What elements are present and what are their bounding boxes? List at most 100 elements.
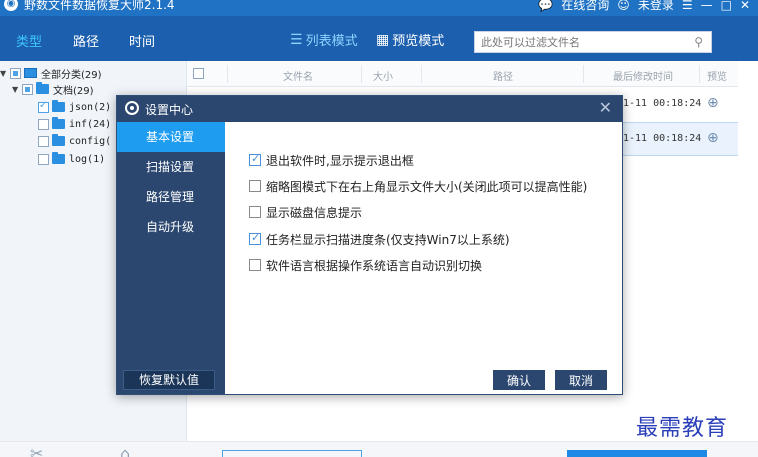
tree-root-checkbox[interactable]: [10, 67, 21, 79]
close-icon[interactable]: ✕: [599, 98, 612, 117]
expand-arrow-icon[interactable]: ▼: [0, 69, 10, 78]
title-bar: ◉ 野数文件数据恢复大师2.1.4 💬 在线咨询 ☺ 未登录 ☰ — □ ✕: [0, 0, 758, 16]
option-taskbar-progress[interactable]: 任务栏显示扫描进度条(仅支持Win7以上系统): [249, 231, 510, 247]
filter-box: ⚲: [474, 31, 712, 53]
expand-arrow-icon[interactable]: ▼: [12, 85, 22, 94]
menu-icon[interactable]: ☰: [682, 0, 693, 12]
select-all-checkbox[interactable]: [193, 68, 204, 79]
sidebar-item-path[interactable]: 路径管理: [117, 182, 225, 212]
restore-defaults-button[interactable]: 恢复默认值: [123, 370, 215, 390]
column-header-name[interactable]: 文件名: [283, 68, 313, 83]
tree-docs[interactable]: ▼ 文档(29): [12, 81, 94, 97]
option-label: 软件语言根据操作系统语言自动识别切换: [266, 258, 483, 273]
option-label: 显示磁盘信息提示: [266, 205, 363, 220]
option-checkbox[interactable]: [249, 180, 261, 192]
tree-item-label: config(: [69, 135, 112, 147]
folder-icon: [36, 82, 49, 94]
sidebar-item-update[interactable]: 自动升级: [117, 212, 225, 242]
tree-docs-checkbox[interactable]: [22, 83, 33, 95]
minimize-icon[interactable]: —: [701, 0, 713, 12]
tree-item-label: inf(24): [69, 118, 112, 130]
app-logo-icon: ◉: [4, 0, 18, 11]
column-divider: [699, 65, 700, 83]
column-header-modified[interactable]: 最后修改时间: [613, 68, 673, 83]
column-header-preview[interactable]: 预览: [707, 68, 727, 83]
tool-icon[interactable]: ⌂: [120, 444, 130, 457]
folder-icon: [52, 117, 65, 129]
option-label: 退出软件时,显示提示退出框: [266, 153, 414, 168]
sidebar-item-scan[interactable]: 扫描设置: [117, 152, 225, 182]
option-thumb-size[interactable]: 缩略图模式下在右上角显示文件大小(关闭此项可以提高性能): [249, 178, 587, 194]
option-checkbox[interactable]: [249, 231, 261, 245]
sidebar-item-basic[interactable]: 基本设置: [117, 122, 225, 152]
online-consult-link[interactable]: 在线咨询: [561, 0, 609, 13]
tree-item-checkbox[interactable]: [38, 100, 49, 113]
list-icon: ☰: [290, 31, 303, 48]
dialog-body: 退出软件时,显示提示退出框 缩略图模式下在右上角显示文件大小(关闭此项可以提高性…: [225, 122, 622, 394]
option-exit-prompt[interactable]: 退出软件时,显示提示退出框: [249, 152, 414, 168]
tree-item-json[interactable]: json(2): [38, 99, 111, 115]
list-mode-button[interactable]: ☰ 列表模式: [290, 30, 358, 50]
tree-item-label: log(1): [69, 153, 106, 165]
chat-icon[interactable]: 💬: [538, 0, 553, 12]
option-checkbox[interactable]: [249, 206, 261, 218]
tree-item-checkbox[interactable]: [38, 153, 49, 165]
option-checkbox[interactable]: [249, 259, 261, 271]
folder-icon: [52, 134, 65, 146]
bottom-button-outline[interactable]: [222, 450, 362, 457]
tree-item-checkbox[interactable]: [38, 135, 49, 147]
tree-item-inf[interactable]: inf(24): [38, 116, 111, 132]
tab-type[interactable]: 类型: [16, 31, 42, 50]
settings-dialog: 设置中心 ✕ 基本设置 扫描设置 路径管理 自动升级 恢复默认值 退出软件时,显…: [116, 95, 623, 395]
modified-time: 1-11 00:18:24: [623, 98, 702, 109]
close-window-icon[interactable]: ✕: [740, 0, 750, 12]
column-header-size[interactable]: 大小: [373, 68, 393, 83]
computer-icon: [24, 68, 37, 78]
column-divider: [421, 65, 422, 83]
search-icon[interactable]: ⚲: [694, 35, 703, 49]
tab-path[interactable]: 路径: [73, 31, 99, 50]
nav-bar: 类型 路径 时间 ☰ 列表模式 ▦ 预览模式 ⚲: [0, 16, 742, 61]
settings-icon: [125, 101, 139, 115]
bottom-button-filled[interactable]: [567, 450, 707, 457]
modified-time: 1-11 00:18:24: [623, 133, 702, 144]
list-mode-label: 列表模式: [305, 34, 358, 49]
login-status-link[interactable]: 未登录: [638, 0, 674, 13]
tree-root-label: 全部分类(29): [41, 69, 102, 81]
zoom-in-icon[interactable]: ⊕: [707, 130, 719, 146]
right-edge-strip: [738, 16, 758, 457]
tree-root[interactable]: ▼ 全部分类(29): [0, 65, 102, 81]
tool-icon[interactable]: ✂: [30, 444, 43, 457]
preview-mode-label: 预览模式: [392, 34, 445, 49]
file-list-header: 文件名 大小 路径 最后修改时间 预览: [187, 61, 738, 87]
preview-mode-button[interactable]: ▦ 预览模式: [376, 30, 445, 50]
filter-input[interactable]: [481, 34, 681, 50]
tree-docs-label: 文档(29): [53, 85, 94, 97]
tree-item-label: json(2): [69, 101, 112, 113]
column-divider: [583, 65, 584, 83]
tree-item-config[interactable]: config(: [38, 133, 111, 149]
bottom-toolbar: ✂ ⌂: [0, 441, 758, 457]
cancel-button[interactable]: 取消: [555, 370, 607, 390]
tree-item-checkbox[interactable]: [38, 118, 49, 130]
option-label: 任务栏显示扫描进度条(仅支持Win7以上系统): [266, 232, 510, 247]
column-divider: [227, 65, 228, 83]
user-icon[interactable]: ☺: [617, 0, 630, 12]
title-bar-controls: 💬 在线咨询 ☺ 未登录 ☰ — □ ✕: [538, 0, 750, 13]
option-checkbox[interactable]: [249, 152, 261, 166]
dialog-title: 设置中心: [145, 103, 194, 117]
column-header-path[interactable]: 路径: [493, 68, 513, 83]
folder-icon: [52, 152, 65, 164]
zoom-in-icon[interactable]: ⊕: [707, 95, 719, 111]
folder-icon: [52, 100, 65, 112]
watermark-text: 最需教育: [636, 416, 729, 441]
option-label: 缩略图模式下在右上角显示文件大小(关闭此项可以提高性能): [266, 179, 588, 194]
grid-icon: ▦: [376, 31, 390, 48]
maximize-icon[interactable]: □: [721, 0, 732, 12]
confirm-button[interactable]: 确认: [493, 370, 545, 390]
option-auto-language[interactable]: 软件语言根据操作系统语言自动识别切换: [249, 257, 482, 273]
tab-time[interactable]: 时间: [129, 31, 155, 50]
nav-bar-edge: [738, 16, 758, 61]
tree-item-log[interactable]: log(1): [38, 151, 105, 167]
option-disk-info[interactable]: 显示磁盘信息提示: [249, 204, 362, 220]
